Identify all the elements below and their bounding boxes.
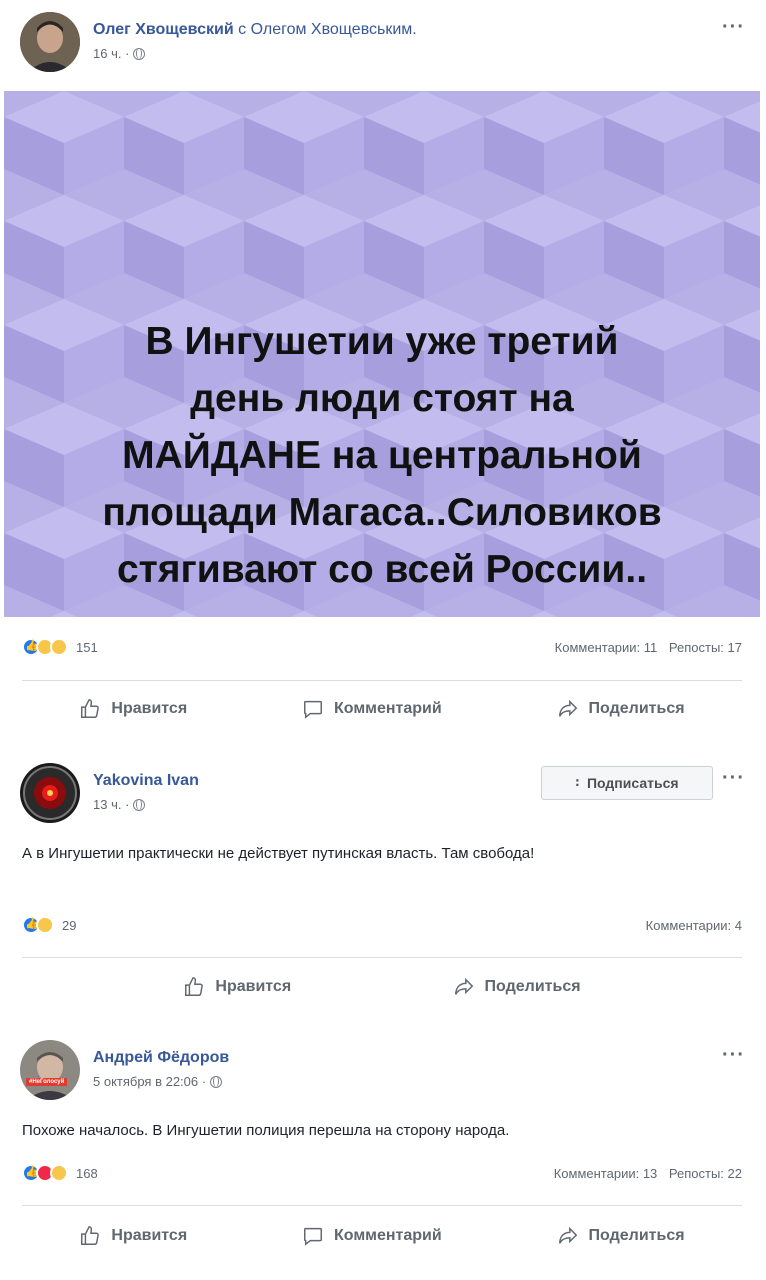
- more-options-icon[interactable]: ···: [722, 17, 745, 37]
- share-icon: [558, 1226, 577, 1244]
- share-button[interactable]: Поделиться: [557, 698, 685, 720]
- share-button[interactable]: Поделиться: [557, 1225, 685, 1247]
- comment-button[interactable]: Комментарий: [302, 1225, 442, 1247]
- author-name[interactable]: Yakovina Ivan: [93, 772, 199, 789]
- like-button[interactable]: Нравится: [183, 976, 291, 998]
- avatar-photo-icon: [20, 12, 80, 72]
- divider: [22, 680, 742, 681]
- reaction-count: 151: [76, 639, 98, 655]
- thumbs-up-icon: [81, 1226, 100, 1245]
- post-text: Похоже началось. В Ингушетии полиция пер…: [22, 1122, 510, 1139]
- share-button[interactable]: Поделиться: [453, 976, 581, 998]
- action-bar: Нравится Поделиться: [22, 972, 742, 1002]
- globe-icon: [210, 1075, 223, 1088]
- rss-icon: ∶: [575, 776, 579, 790]
- globe-icon: [133, 47, 146, 60]
- post-text: А в Ингушетии практически не действует п…: [22, 845, 535, 862]
- action-bar: Нравится Комментарий Поделиться: [22, 694, 742, 724]
- globe-icon: [133, 798, 146, 811]
- sad-reaction-icon: [50, 638, 68, 656]
- post-time[interactable]: 13 ч. ·: [93, 797, 129, 812]
- comment-button[interactable]: Комментарий: [302, 698, 442, 720]
- post-stats: 168 Комментарии: 13 Репосты: 22: [22, 1163, 742, 1183]
- post-time[interactable]: 5 октября в 22:06 ·: [93, 1074, 206, 1089]
- reactions[interactable]: 29: [22, 916, 76, 934]
- comments-count[interactable]: Комментарии: 11: [555, 640, 658, 655]
- comment-icon: [304, 700, 322, 719]
- follow-button[interactable]: ∶ Подписаться: [541, 766, 713, 800]
- reaction-count: 29: [62, 917, 77, 933]
- divider: [22, 1205, 742, 1206]
- like-button[interactable]: Нравится: [79, 1225, 187, 1247]
- avatar[interactable]: [20, 12, 80, 72]
- author-name[interactable]: Андрей Фёдоров: [93, 1049, 229, 1066]
- avatar[interactable]: [20, 763, 80, 823]
- share-icon: [558, 699, 577, 717]
- post-header: #НеГолосуй Андрей Фёдоров 5 октября в 22…: [20, 1040, 229, 1100]
- reaction-count: 168: [76, 1165, 98, 1181]
- reactions[interactable]: 151: [22, 638, 98, 656]
- post-header: Олег Хвощевский с Олегом Хвощевським. 16…: [20, 12, 417, 72]
- divider: [22, 957, 742, 958]
- comments-count[interactable]: Комментарии: 13: [554, 1166, 658, 1181]
- post-stats: 151 Комментарии: 11 Репосты: 17: [22, 637, 742, 657]
- action-bar: Нравится Комментарий Поделиться: [22, 1221, 742, 1251]
- shares-count[interactable]: Репосты: 22: [669, 1166, 742, 1181]
- tagged-with[interactable]: с Олегом Хвощевським.: [238, 21, 417, 38]
- more-options-icon[interactable]: ···: [722, 768, 745, 788]
- avatar-tag: #НеГолосуй: [26, 1078, 68, 1086]
- hal-eye-icon: [20, 763, 80, 823]
- post-time[interactable]: 16 ч. ·: [93, 46, 129, 61]
- comments-count[interactable]: Комментарии: 4: [646, 918, 742, 933]
- thumbs-up-icon: [185, 977, 204, 996]
- avatar-photo-icon: [20, 1040, 80, 1100]
- thumbs-up-icon: [81, 699, 100, 718]
- avatar[interactable]: #НеГолосуй: [20, 1040, 80, 1100]
- wow-reaction-icon: [50, 1164, 68, 1182]
- post-image[interactable]: В Ингушетии уже третий день люди стоят н…: [4, 91, 760, 617]
- post-stats: 29 Комментарии: 4: [22, 915, 742, 935]
- like-button[interactable]: Нравится: [79, 698, 187, 720]
- image-caption: В Ингушетии уже третий день люди стоят н…: [102, 320, 662, 591]
- post-header: Yakovina Ivan 13 ч. ·: [20, 763, 199, 823]
- shares-count[interactable]: Репосты: 17: [669, 640, 742, 655]
- share-icon: [454, 977, 473, 995]
- more-options-icon[interactable]: ···: [722, 1045, 745, 1065]
- reactions[interactable]: 168: [22, 1164, 98, 1182]
- haha-reaction-icon: [36, 916, 54, 934]
- comment-icon: [304, 1227, 322, 1246]
- author-name[interactable]: Олег Хвощевский: [93, 21, 234, 38]
